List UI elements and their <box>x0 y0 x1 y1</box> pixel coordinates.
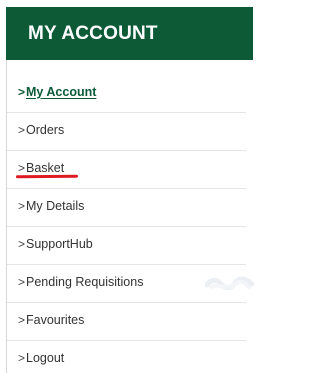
red-annotation-underline <box>15 174 79 179</box>
menu-item-my-details[interactable]: >My Details <box>7 189 246 227</box>
chevron-right-icon: > <box>18 199 26 213</box>
menu-item-label: Pending Requisitions <box>26 275 144 289</box>
menu-item-basket[interactable]: >Basket <box>7 151 246 189</box>
menu-item-my-account[interactable]: >My Account <box>7 75 246 113</box>
menu-item-favourites[interactable]: >Favourites <box>7 303 246 341</box>
account-header-title: MY ACCOUNT <box>28 22 158 44</box>
menu-item-label: My Account <box>26 85 97 99</box>
menu-item-pending-requisitions[interactable]: >Pending Requisitions <box>7 265 255 303</box>
chevron-right-icon: > <box>18 313 26 327</box>
menu-item-label: Orders <box>26 123 65 137</box>
menu-item-label: SupportHub <box>26 237 93 251</box>
menu-item-label: Favourites <box>26 313 85 327</box>
menu-item-orders[interactable]: >Orders <box>7 113 246 151</box>
chevron-right-icon: > <box>18 351 26 365</box>
account-header: MY ACCOUNT <box>6 7 253 60</box>
menu-item-supporthub[interactable]: >SupportHub <box>7 227 246 265</box>
chevron-right-icon: > <box>18 85 26 99</box>
menu-item-label: Basket <box>26 161 65 175</box>
chevron-right-icon: > <box>18 275 26 289</box>
chevron-right-icon: > <box>18 237 26 251</box>
chevron-right-icon: > <box>18 161 26 175</box>
menu-item-label: My Details <box>26 199 85 213</box>
account-sidebar: MY ACCOUNT >My Account >Orders >Basket >… <box>0 0 255 373</box>
menu-item-label: Logout <box>26 351 65 365</box>
account-menu: >My Account >Orders >Basket >My Details … <box>7 75 255 379</box>
redaction-scribble <box>205 276 255 291</box>
menu-item-logout[interactable]: >Logout <box>7 341 246 379</box>
chevron-right-icon: > <box>18 123 26 137</box>
